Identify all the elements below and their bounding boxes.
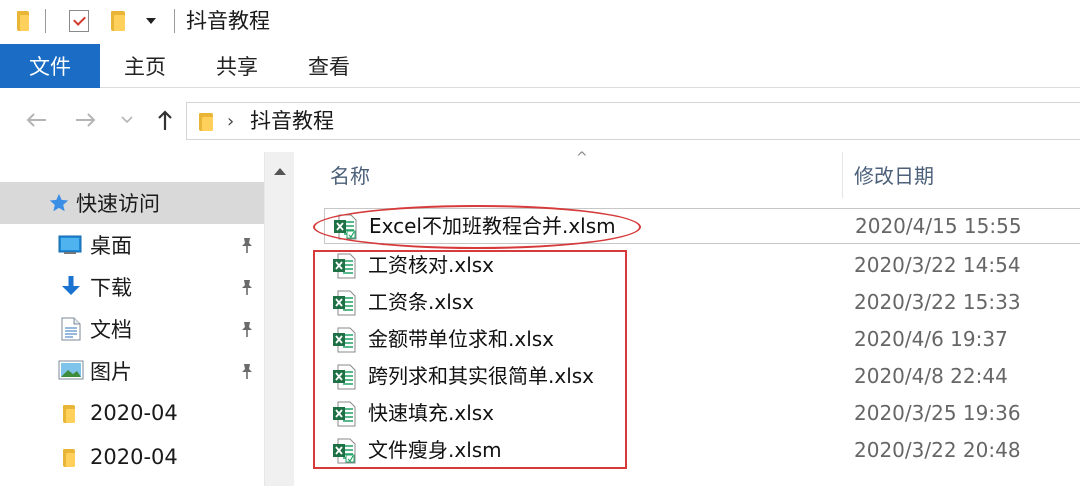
properties-icon[interactable] (66, 8, 92, 34)
nav-label: 2020-04 (90, 401, 178, 425)
pin-icon[interactable] (238, 278, 256, 296)
nav-label: 桌面 (90, 234, 132, 258)
file-modified-date: 2020/4/15 15:55 (855, 214, 1022, 238)
arrow-left-icon (26, 113, 46, 127)
column-header-modified[interactable]: 修改日期 (854, 152, 934, 196)
pin-icon[interactable] (238, 236, 256, 254)
nav-scrollbar[interactable] (264, 152, 294, 486)
ribbon: 文件 主页 共享 查看 (0, 44, 1080, 88)
excel-file-icon (333, 364, 356, 390)
folder-icon (199, 113, 213, 135)
chevron-down-icon (121, 116, 133, 124)
file-row[interactable]: 快速填充.xlsx 2020/3/25 19:36 (324, 396, 1080, 432)
window-title: 抖音教程 (186, 9, 270, 33)
scroll-up-button[interactable] (265, 156, 295, 186)
excel-macro-file-icon (333, 438, 356, 464)
nav-item-documents[interactable]: 文档 (0, 308, 264, 350)
title-bar: 抖音教程 (0, 0, 1080, 44)
column-divider[interactable] (842, 152, 843, 198)
nav-label: 图片 (90, 360, 132, 384)
column-header-name[interactable]: 名称 (330, 152, 370, 196)
file-row[interactable]: 跨列求和其实很简单.xlsx 2020/4/8 22:44 (324, 359, 1080, 395)
desktop-icon (58, 234, 82, 256)
file-row[interactable]: 工资核对.xlsx 2020/3/22 14:54 (324, 248, 1080, 284)
document-icon (60, 316, 82, 342)
arrow-up-icon (158, 110, 172, 130)
file-name[interactable]: 快速填充.xlsx (368, 398, 494, 428)
folder-icon (12, 8, 34, 34)
nav-label: 快速访问 (76, 192, 160, 216)
file-row[interactable]: 工资条.xlsx 2020/3/22 15:33 (324, 285, 1080, 321)
address-bar[interactable]: › 抖音教程 (186, 102, 1080, 140)
star-icon (48, 192, 70, 214)
chevron-right-icon[interactable]: › (227, 111, 234, 132)
pictures-icon (58, 360, 84, 380)
nav-label: 2020-04 (90, 445, 178, 469)
chevron-down-icon (146, 18, 156, 24)
file-row[interactable]: 文件瘦身.xlsm 2020/3/22 20:48 (324, 433, 1080, 469)
file-name[interactable]: 工资核对.xlsx (368, 250, 494, 280)
tab-view[interactable]: 查看 (308, 44, 350, 88)
nav-item-desktop[interactable]: 桌面 (0, 224, 264, 266)
file-modified-date: 2020/3/25 19:36 (854, 401, 1021, 425)
nav-item-downloads[interactable]: 下载 (0, 266, 264, 308)
folder-icon (62, 448, 76, 468)
file-modified-date: 2020/3/22 15:33 (854, 290, 1021, 314)
file-name[interactable]: 工资条.xlsx (368, 287, 474, 317)
pin-icon[interactable] (238, 362, 256, 380)
back-button[interactable] (20, 102, 52, 138)
nav-label: 下载 (90, 276, 132, 300)
file-name[interactable]: 金额带单位求和.xlsx (368, 324, 554, 354)
file-name[interactable]: 跨列求和其实很简单.xlsx (368, 361, 594, 391)
sort-ascending-icon: ^ (576, 150, 588, 166)
file-row[interactable]: 金额带单位求和.xlsx 2020/4/6 19:37 (324, 322, 1080, 358)
file-modified-date: 2020/4/8 22:44 (854, 364, 1008, 388)
tab-share[interactable]: 共享 (216, 44, 258, 88)
file-modified-date: 2020/4/6 19:37 (854, 327, 1008, 351)
nav-label: 文档 (90, 318, 132, 342)
file-name[interactable]: Excel不加班教程合并.xlsm (369, 211, 616, 241)
excel-file-icon (333, 290, 356, 316)
navigation-bar: › 抖音教程 (0, 96, 1080, 144)
nav-quick-access[interactable]: 快速访问 (0, 182, 264, 224)
excel-macro-file-icon (334, 214, 357, 240)
nav-item-pictures[interactable]: 图片 (0, 350, 264, 392)
nav-item-folder[interactable]: 2020-04 (0, 436, 264, 478)
folder-icon (62, 404, 76, 424)
new-folder-icon[interactable] (106, 8, 130, 34)
address-path[interactable]: 抖音教程 (250, 107, 334, 135)
download-icon (60, 274, 82, 298)
nav-item-folder[interactable]: 2020-04 (0, 392, 264, 434)
up-button[interactable] (150, 102, 180, 138)
separator (174, 9, 175, 33)
tab-home[interactable]: 主页 (124, 44, 166, 88)
separator (45, 9, 46, 33)
recent-locations-button[interactable] (116, 102, 138, 138)
file-modified-date: 2020/3/22 14:54 (854, 253, 1021, 277)
file-row[interactable]: Excel不加班教程合并.xlsm 2020/4/15 15:55 (324, 208, 1080, 244)
file-modified-date: 2020/3/22 20:48 (854, 438, 1021, 462)
excel-file-icon (333, 327, 356, 353)
excel-file-icon (333, 253, 356, 279)
excel-file-icon (333, 401, 356, 427)
navigation-pane: 快速访问 桌面 下载 文档 图片 2020-04 2020-04 (0, 152, 294, 486)
tab-file[interactable]: 文件 (0, 44, 100, 88)
pin-icon[interactable] (238, 320, 256, 338)
arrow-right-icon (76, 113, 96, 127)
customize-toolbar-dropdown[interactable] (140, 8, 162, 34)
forward-button[interactable] (70, 102, 102, 138)
file-name[interactable]: 文件瘦身.xlsm (368, 435, 502, 465)
